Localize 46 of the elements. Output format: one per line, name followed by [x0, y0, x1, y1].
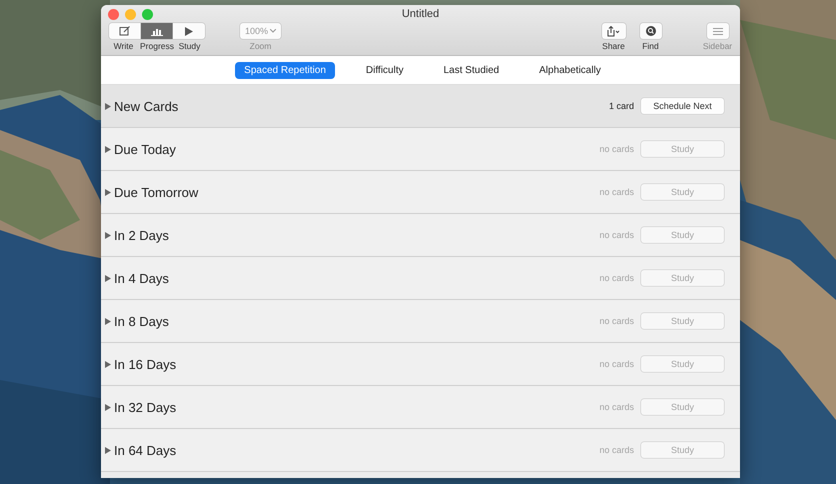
share-label: Share: [601, 41, 626, 51]
card-count: no cards: [599, 230, 634, 240]
window-title: Untitled: [400, 8, 440, 20]
view-mode-label: Study: [178, 41, 202, 51]
find-button[interactable]: [640, 23, 662, 39]
close-button[interactable]: [108, 8, 119, 20]
sort-tab[interactable]: Spaced Repetition: [235, 62, 335, 78]
search-icon: [646, 26, 656, 36]
card-count: no cards: [599, 316, 634, 326]
sort-tab[interactable]: Last Studied: [434, 62, 508, 78]
share-icon: [607, 26, 620, 36]
group-title: In 32 Days: [114, 400, 178, 414]
card-count: 1 card: [608, 101, 634, 111]
disclosure-triangle-icon[interactable]: [105, 102, 111, 110]
card-count: no cards: [599, 359, 634, 369]
sort-tab[interactable]: Difficulty: [356, 62, 412, 78]
card-count: no cards: [599, 445, 634, 455]
group-title: Due Today: [114, 142, 177, 156]
view-mode-label: Progress: [140, 41, 173, 51]
bar-chart-icon: [150, 26, 162, 36]
zoom-label: Zoom: [248, 41, 272, 51]
group-title: In 16 Days: [114, 356, 178, 372]
group-title: In 64 Days: [114, 442, 178, 458]
group-title: In 8 Days: [114, 314, 170, 328]
play-icon: [184, 26, 192, 36]
card-count: no cards: [599, 402, 634, 412]
group-title: Due Tomorrow: [114, 184, 200, 200]
sort-tab[interactable]: Alphabetically: [530, 62, 610, 78]
find-label: Find: [641, 41, 660, 51]
view-mode-label: Write: [112, 41, 134, 51]
group-title: In 4 Days: [114, 270, 170, 286]
card-count: no cards: [599, 144, 634, 154]
card-count: no cards: [599, 187, 634, 197]
group-row[interactable]: New Cards 1 card Schedule Next: [101, 85, 740, 128]
card-count: no cards: [599, 273, 634, 283]
view-mode-button[interactable]: [140, 23, 172, 39]
group-title: New Cards: [114, 98, 180, 114]
group-title: In 2 Days: [114, 228, 170, 242]
chevron-icon: [270, 29, 276, 33]
sidebar-label: Sidebar: [702, 41, 734, 51]
menu-icon: [712, 28, 722, 34]
view-mode-button[interactable]: [172, 23, 204, 39]
view-mode-button[interactable]: [108, 23, 140, 39]
edit-icon: [118, 26, 130, 36]
group-action-button[interactable]: Schedule Next: [641, 98, 724, 114]
share-button[interactable]: [602, 23, 626, 39]
